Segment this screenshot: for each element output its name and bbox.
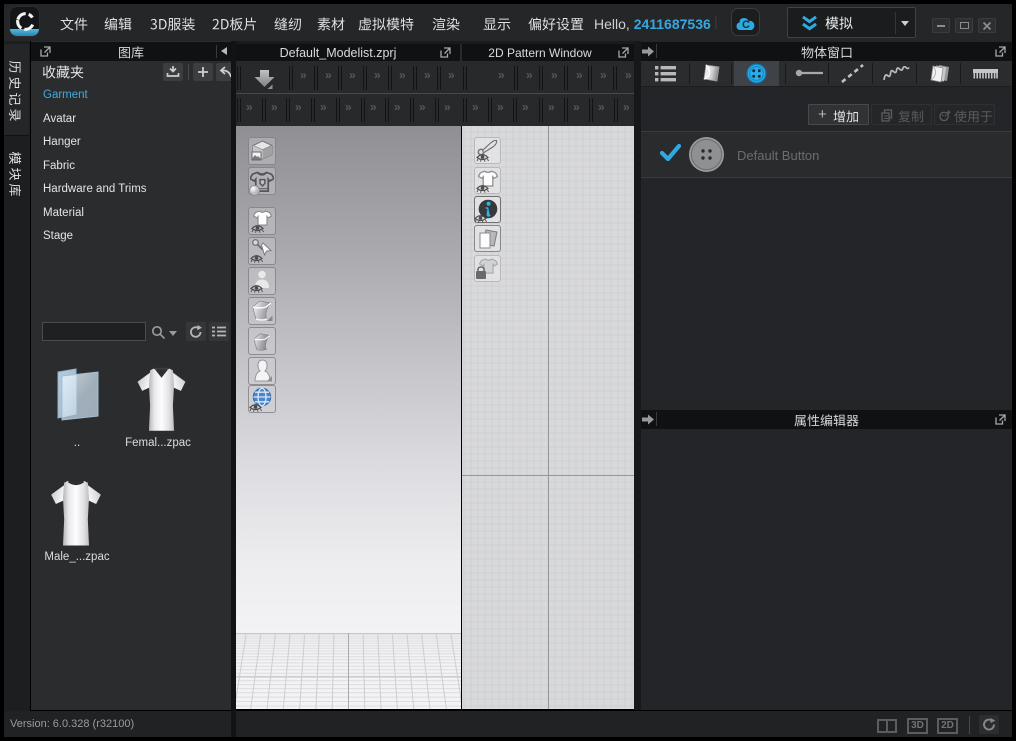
svg-text:C: C (742, 19, 750, 31)
